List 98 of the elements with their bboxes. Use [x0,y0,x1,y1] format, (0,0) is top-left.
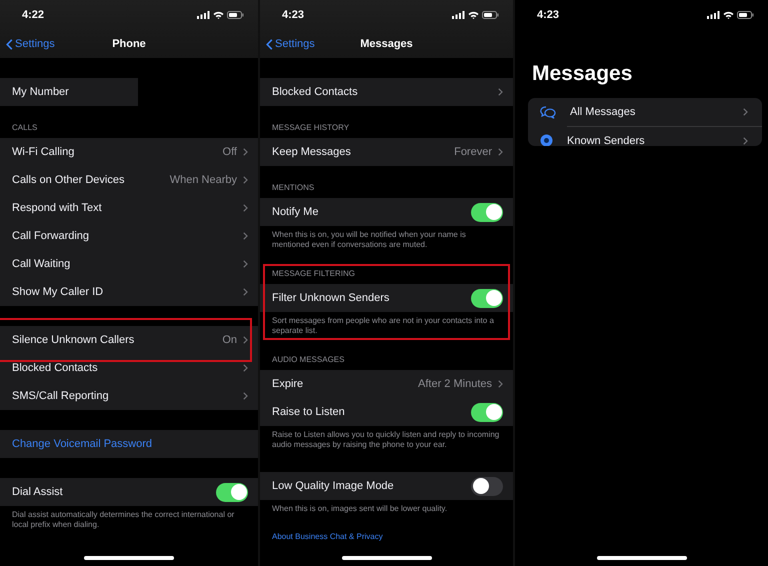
battery-icon [482,11,499,19]
row-value: On [222,334,237,346]
wifi-icon [468,11,479,19]
row-label: Known Senders [567,134,646,146]
signal-icon [197,11,210,19]
chevron-icon [243,148,248,156]
row-label: Expire [272,378,304,390]
battery-icon [737,11,754,19]
row-label: Keep Messages [272,146,352,158]
section-header: CALLS [12,123,38,132]
privacy-link[interactable]: About Business Chat & Privacy [272,532,383,541]
row-label: My Number [12,86,70,98]
chevron-icon [243,176,248,184]
section-header: AUDIO MESSAGES [272,355,344,364]
row-label: All Messages [570,106,636,118]
chevron-icon [498,148,503,156]
filter-row[interactable]: Known Senders [528,126,762,146]
settings-row[interactable]: Dial Assist [0,478,258,506]
status-time: 4:22 [22,9,44,21]
screen-title: Phone [112,38,146,50]
chevron-icon [498,88,503,96]
toggle-switch[interactable] [471,476,503,496]
row-label: Dial Assist [12,486,64,498]
section-header: MESSAGE HISTORY [272,123,350,132]
row-label: Raise to Listen [272,406,346,418]
settings-row[interactable]: Wi-Fi Calling Off [0,138,258,166]
row-label: Respond with Text [12,202,103,214]
section-footer: When this is on, images sent will be lower quality. [260,500,513,516]
chevron-icon [243,260,248,268]
settings-row[interactable]: Call Waiting [0,250,258,278]
chevron-icon [243,392,248,400]
chevron-icon [243,232,248,240]
settings-row[interactable]: Raise to Listen [260,398,513,426]
screen-title: Messages [360,38,413,50]
back-chevron-icon [6,38,13,50]
settings-row[interactable]: My Number [0,78,258,106]
settings-row[interactable]: Keep Messages Forever [260,138,513,166]
chevron-icon [743,108,748,116]
section-footer: Sort messages from people who are not in your contacts into a separate list. [260,312,513,338]
chevron-icon [243,204,248,212]
battery-icon [227,11,244,19]
toggle-switch[interactable] [471,202,503,222]
signal-icon [452,11,465,19]
action-link[interactable]: Change Voicemail Password [12,438,248,450]
row-label: Notify Me [272,206,320,218]
settings-row[interactable]: SMS/Call Reporting [0,382,258,410]
settings-row[interactable]: Low Quality Image Mode [260,472,513,500]
toggle-switch[interactable] [471,288,503,308]
settings-row[interactable]: Calls on Other Devices When Nearby [0,166,258,194]
section-header: MESSAGE FILTERING [272,269,355,278]
filter-row[interactable]: All Messages [528,98,762,126]
settings-row[interactable]: Blocked Contacts [260,78,513,106]
row-value: When Nearby [170,174,237,186]
row-label: Blocked Contacts [12,362,99,374]
row-label: Low Quality Image Mode [272,480,395,492]
settings-row[interactable]: Silence Unknown Callers On [0,326,258,354]
chevron-icon [498,380,503,388]
signal-icon [707,11,720,19]
back-chevron-icon [266,38,273,50]
chevron-icon [243,288,248,296]
row-label: SMS/Call Reporting [12,390,110,402]
settings-row[interactable]: Respond with Text [0,194,258,222]
row-value: Forever [454,146,492,158]
person-circle-icon [540,134,553,146]
row-label: Wi-Fi Calling [12,146,76,158]
section-header: MENTIONS [272,183,314,192]
status-time: 4:23 [282,9,304,21]
row-value: Off [222,146,237,158]
toggle-switch[interactable] [471,402,503,422]
settings-row[interactable]: Expire After 2 Minutes [260,370,513,398]
chevron-icon [243,336,248,344]
settings-row[interactable]: Filter Unknown Senders [260,284,513,312]
row-label: Filter Unknown Senders [272,292,390,304]
back-button[interactable]: Settings [6,38,55,50]
row-label: Call Forwarding [12,230,90,242]
back-button[interactable]: Settings [266,38,315,50]
settings-row[interactable]: Blocked Contacts [0,354,258,382]
wifi-icon [213,11,224,19]
settings-row[interactable]: Show My Caller ID [0,278,258,306]
status-time: 4:23 [537,9,560,21]
row-label: Calls on Other Devices [12,174,126,186]
section-footer: Dial assist automatically determines the correct international or local prefix when dialing. [0,506,258,532]
chevron-icon [243,364,248,372]
settings-row[interactable]: Notify Me [260,198,513,226]
chat-bubbles-icon [540,106,556,118]
section-footer: Raise to Listen allows you to quickly listen and reply to incoming audio messages by raising the phone to your ear. [260,426,513,452]
large-title: Messages [532,62,632,85]
row-label: Silence Unknown Callers [12,334,136,346]
row-value: After 2 Minutes [418,378,492,390]
row-label: Blocked Contacts [272,86,359,98]
settings-row[interactable]: Call Forwarding [0,222,258,250]
toggle-switch[interactable] [216,482,248,502]
wifi-icon [723,11,734,19]
row-label: Call Waiting [12,258,72,270]
chevron-icon [743,136,748,144]
section-footer: When this is on, you will be notified when your name is mentioned even if conversations are muted. [260,226,513,252]
row-label: Show My Caller ID [12,286,104,298]
settings-row[interactable]: Change Voicemail Password [0,430,258,458]
